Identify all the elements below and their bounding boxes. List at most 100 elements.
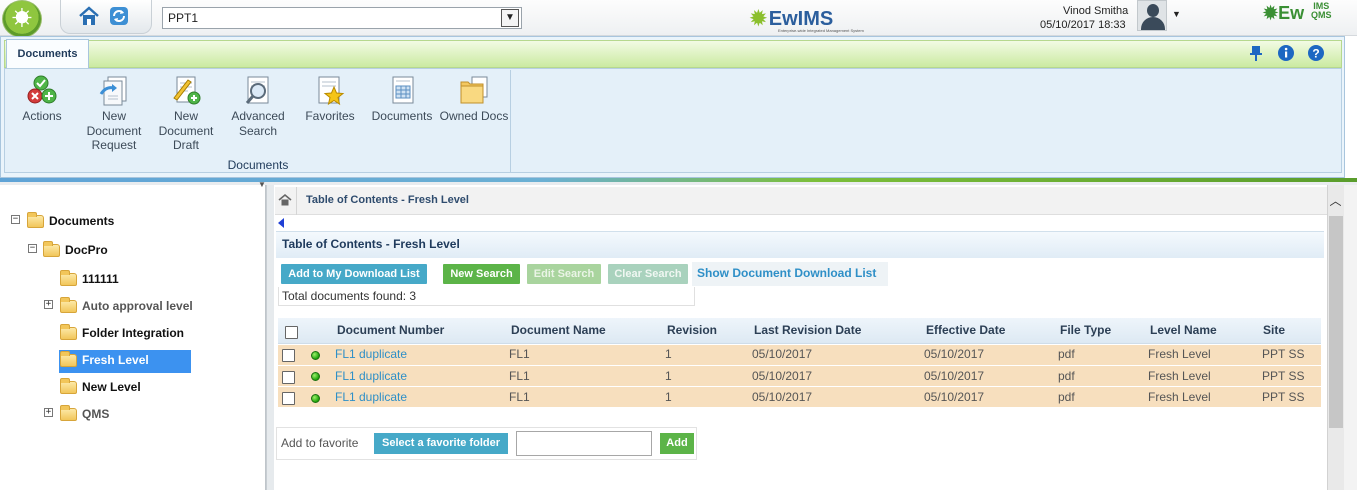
expand-icon[interactable]: + xyxy=(44,300,53,309)
document-name: FL1 xyxy=(509,369,530,383)
add-to-download-list-button[interactable]: Add to My Download List xyxy=(281,264,427,284)
revision: 1 xyxy=(665,369,672,383)
documents-button[interactable]: Documents xyxy=(367,72,437,124)
favorites-button[interactable]: Favorites xyxy=(295,72,365,124)
ribbon-tab-bar xyxy=(4,40,1342,68)
favorites-icon xyxy=(318,76,345,106)
tree-node-111111[interactable]: 111111 xyxy=(60,269,119,286)
column-header-document-name[interactable]: Document Name xyxy=(511,323,606,337)
new-search-button[interactable]: New Search xyxy=(443,264,520,284)
tab-documents[interactable]: Documents xyxy=(6,39,89,69)
add-to-favorite-label: Add to favorite xyxy=(281,436,359,450)
back-arrow-icon[interactable] xyxy=(278,218,284,228)
ribbon-group-divider xyxy=(510,70,511,172)
clear-search-button: Clear Search xyxy=(608,264,688,284)
edit-search-button: Edit Search xyxy=(527,264,601,284)
site: PPT SS xyxy=(1262,347,1305,361)
caret-down-icon[interactable]: ▼ xyxy=(1172,9,1181,19)
column-header-effective-date[interactable]: Effective Date xyxy=(926,323,1005,337)
show-download-list-link[interactable]: Show Document Download List xyxy=(692,262,888,286)
new-document-draft-button[interactable]: New Document Draft xyxy=(151,72,221,153)
tree-node-fresh-level[interactable]: Fresh Level xyxy=(60,350,149,367)
new-document-request-button[interactable]: New Document Request xyxy=(79,72,149,153)
scroll-up-icon[interactable]: ︿ xyxy=(1327,193,1344,210)
document-number-link[interactable]: FL1 duplicate xyxy=(335,390,407,404)
brand-tagline: Enterprise-wide Integrated Management Sy… xyxy=(778,28,864,33)
tree-node-docpro[interactable]: DocPro xyxy=(43,240,108,257)
home-icon[interactable] xyxy=(78,5,100,27)
breadcrumb-separator xyxy=(296,187,297,215)
folder-icon xyxy=(60,296,77,313)
tree-node-folder-integration[interactable]: Folder Integration xyxy=(60,323,184,340)
new-document-draft-icon xyxy=(173,76,201,105)
scrollbar-thumb[interactable] xyxy=(1329,216,1343,428)
collapse-icon[interactable]: − xyxy=(28,244,37,253)
brand-logo-right: ✹Ew IMS QMS xyxy=(1263,1,1332,24)
svg-text:?: ? xyxy=(1312,47,1319,61)
folder-icon xyxy=(60,377,77,394)
tree-node-qms[interactable]: QMS xyxy=(60,404,109,421)
level-name: Fresh Level xyxy=(1148,390,1211,404)
actions-icon xyxy=(27,75,57,104)
file-type: pdf xyxy=(1058,347,1075,361)
select-all-checkbox[interactable] xyxy=(285,326,298,339)
favorite-folder-input[interactable] xyxy=(516,431,652,456)
tree-node-documents[interactable]: Documents xyxy=(27,211,114,228)
add-favorite-button[interactable]: Add xyxy=(660,433,694,454)
home-icon[interactable] xyxy=(278,193,292,207)
collapse-arrow-icon[interactable]: ▼ xyxy=(258,180,266,189)
document-number-link[interactable]: FL1 duplicate xyxy=(335,369,407,383)
column-header-last-revision-date[interactable]: Last Revision Date xyxy=(754,323,861,337)
breadcrumb-current[interactable]: Table of Contents - Fresh Level xyxy=(306,194,469,206)
advanced-search-icon xyxy=(245,76,269,104)
advanced-search-button[interactable]: Advanced Search xyxy=(223,72,293,138)
column-header-level-name[interactable]: Level Name xyxy=(1150,323,1217,337)
select-favorite-folder-button[interactable]: Select a favorite folder xyxy=(374,433,508,454)
actions-button[interactable]: Actions xyxy=(7,72,77,124)
nav-tab xyxy=(60,0,152,34)
tree-node-new-level[interactable]: New Level xyxy=(60,377,141,394)
owned-docs-button[interactable]: Owned Docs xyxy=(439,72,509,124)
folder-icon xyxy=(60,404,77,421)
avatar[interactable] xyxy=(1137,0,1167,31)
folder-icon xyxy=(43,240,60,257)
document-name: FL1 xyxy=(509,390,530,404)
row-checkbox[interactable] xyxy=(282,349,295,362)
page-title: Table of Contents - Fresh Level xyxy=(282,237,460,251)
revision: 1 xyxy=(665,390,672,404)
info-icon[interactable] xyxy=(1276,43,1296,63)
folder-icon xyxy=(27,211,44,228)
file-type: pdf xyxy=(1058,390,1075,404)
effective-date: 05/10/2017 xyxy=(924,369,985,383)
avatar-body xyxy=(1141,17,1165,30)
site: PPT SS xyxy=(1262,369,1305,383)
panel-splitter[interactable] xyxy=(266,185,274,490)
pin-icon[interactable] xyxy=(1246,43,1266,63)
sun-logo-icon: ✹ xyxy=(1263,3,1279,23)
column-header-document-number[interactable]: Document Number xyxy=(337,323,444,337)
new-document-request-icon xyxy=(99,76,127,106)
effective-date: 05/10/2017 xyxy=(924,347,985,361)
row-checkbox[interactable] xyxy=(282,392,295,405)
collapse-icon[interactable]: − xyxy=(11,215,20,224)
column-header-site[interactable]: Site xyxy=(1263,323,1285,337)
level-name: Fresh Level xyxy=(1148,369,1211,383)
status-active-icon xyxy=(311,372,320,381)
app-logo-icon[interactable] xyxy=(2,0,42,38)
chevron-down-icon[interactable]: ▼ xyxy=(501,9,519,27)
expand-icon[interactable]: + xyxy=(44,408,53,417)
documents-icon xyxy=(392,76,414,104)
refresh-icon[interactable] xyxy=(108,5,130,27)
column-header-revision[interactable]: Revision xyxy=(667,323,717,337)
last-revision-date: 05/10/2017 xyxy=(752,369,813,383)
revision: 1 xyxy=(665,347,672,361)
column-header-file-type[interactable]: File Type xyxy=(1060,323,1111,337)
row-checkbox[interactable] xyxy=(282,371,295,384)
document-number-link[interactable]: FL1 duplicate xyxy=(335,347,407,361)
status-active-icon xyxy=(311,394,320,403)
last-revision-date: 05/10/2017 xyxy=(752,347,813,361)
site-select[interactable]: PPT1 ▼ xyxy=(162,7,522,29)
tree-node-auto-approval-level[interactable]: Auto approval level xyxy=(60,296,193,313)
user-datetime: 05/10/2017 18:33 xyxy=(1040,19,1126,31)
help-icon[interactable]: ? xyxy=(1306,43,1326,63)
